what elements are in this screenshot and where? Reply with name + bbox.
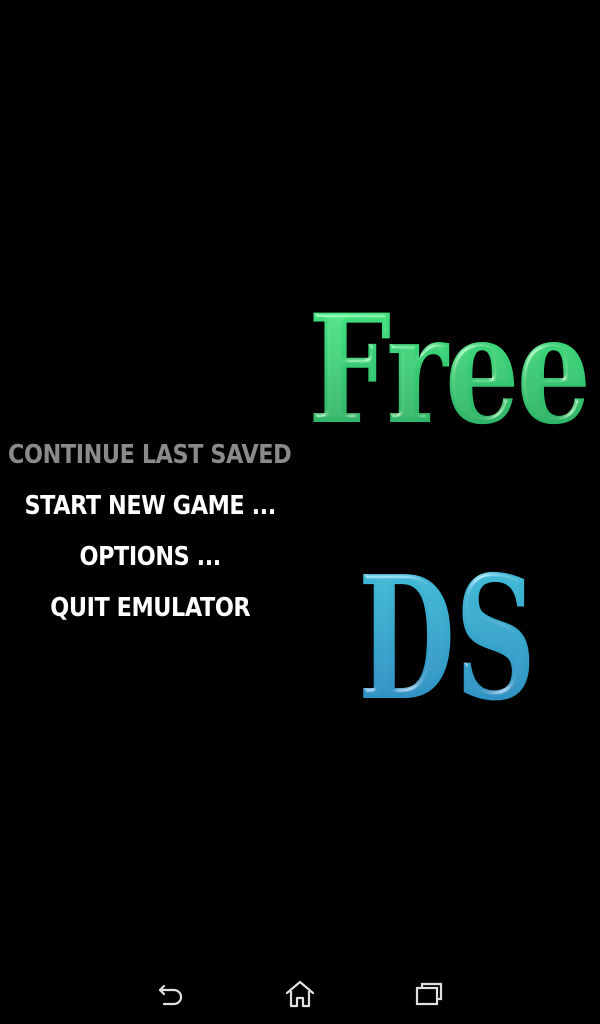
- logo-text-ds: DS: [358, 539, 536, 720]
- recent-apps-icon: [415, 982, 443, 1006]
- home-icon: [285, 980, 315, 1008]
- emulator-main-screen: CONTINUE LAST SAVED START NEW GAME ... O…: [0, 0, 600, 1024]
- menu-item-continue-last-saved[interactable]: CONTINUE LAST SAVED: [8, 430, 292, 481]
- back-icon: [158, 984, 183, 1006]
- menu-item-quit-emulator[interactable]: QUIT EMULATOR: [50, 583, 250, 634]
- system-navigation-bar: [0, 960, 600, 1024]
- recent-apps-button[interactable]: [408, 974, 448, 1014]
- back-button[interactable]: [152, 974, 192, 1014]
- main-menu: CONTINUE LAST SAVED START NEW GAME ... O…: [0, 430, 300, 634]
- freeds-logo: Free DS: [300, 250, 600, 720]
- home-button[interactable]: [280, 974, 320, 1014]
- logo-text-free: Free: [308, 282, 588, 458]
- menu-item-start-new-game[interactable]: START NEW GAME ...: [24, 481, 276, 532]
- menu-item-options[interactable]: OPTIONS ...: [79, 532, 221, 583]
